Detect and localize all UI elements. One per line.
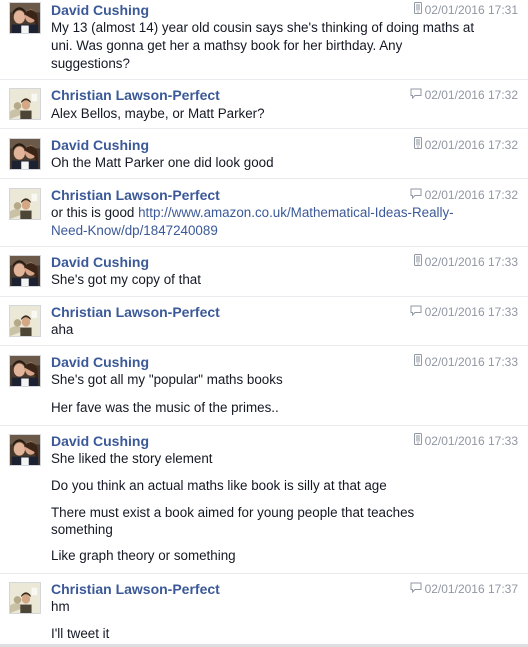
avatar[interactable] [9, 255, 41, 287]
message-text: Do you think an actual maths like book i… [51, 478, 387, 493]
mobile-icon [414, 354, 422, 370]
sender-name[interactable]: David Cushing [51, 136, 149, 154]
timestamp: 02/01/2016 17:32 [424, 138, 518, 152]
message-text: suggestions? [51, 56, 130, 71]
divider [0, 296, 528, 297]
message-text: uni. Was gonna get her a mathsy book for… [51, 38, 403, 53]
message-meta: 02/01/2016 17:32 [410, 87, 518, 104]
avatar[interactable] [9, 434, 41, 466]
message-meta: 02/01/2016 17:33 [414, 254, 518, 271]
message-text: hm [51, 599, 70, 614]
message-meta: 02/01/2016 17:32 [410, 187, 518, 204]
message-meta: 02/01/2016 17:33 [414, 354, 518, 371]
mobile-icon [414, 2, 422, 18]
message-text: My 13 (almost 14) year old cousin says s… [51, 20, 475, 35]
avatar[interactable] [9, 305, 41, 337]
sender-name[interactable]: David Cushing [51, 353, 149, 371]
timestamp: 02/01/2016 17:33 [424, 255, 518, 269]
sender-name[interactable]: David Cushing [51, 432, 149, 450]
message-text: aha [51, 322, 74, 337]
sender-name[interactable]: Christian Lawson-Perfect [51, 86, 220, 104]
message-text: Alex Bellos, maybe, or Matt Parker? [51, 106, 265, 121]
timestamp: 02/01/2016 17:33 [424, 305, 518, 319]
message-meta: 02/01/2016 17:33 [410, 304, 518, 321]
message-text: something [51, 522, 113, 537]
timestamp: 02/01/2016 17:32 [424, 88, 518, 102]
message-meta: 02/01/2016 17:31 [414, 2, 518, 19]
message-text: Her fave was the music of the primes.. [51, 400, 279, 415]
amazon-link[interactable]: http://www.amazon.co.uk/Mathematical-Ide… [138, 205, 454, 220]
message-meta: 02/01/2016 17:37 [410, 581, 518, 598]
avatar[interactable] [9, 138, 41, 170]
timestamp: 02/01/2016 17:37 [424, 582, 518, 596]
timestamp: 02/01/2016 17:33 [424, 434, 518, 448]
amazon-link-continued[interactable]: Need-Know/dp/1847240089 [51, 223, 218, 238]
divider [0, 79, 528, 80]
divider [0, 573, 528, 574]
divider [0, 345, 528, 346]
message-meta: 02/01/2016 17:32 [414, 137, 518, 154]
sender-name[interactable]: David Cushing [51, 253, 149, 271]
message-text: or this is good http://www.amazon.co.uk/… [51, 204, 481, 222]
message-text: There must exist a book aimed for young … [51, 505, 415, 520]
message-text: Oh the Matt Parker one did look good [51, 155, 274, 170]
web-chat-icon [410, 87, 422, 103]
message-text: Like graph theory or something [51, 548, 236, 563]
divider [0, 178, 528, 179]
message-text: She liked the story element [51, 451, 213, 466]
divider [0, 425, 528, 426]
timestamp: 02/01/2016 17:33 [424, 355, 518, 369]
message-text: I'll tweet it [51, 626, 110, 641]
sender-name[interactable]: Christian Lawson-Perfect [51, 186, 220, 204]
divider [0, 128, 528, 129]
timestamp: 02/01/2016 17:32 [424, 188, 518, 202]
web-chat-icon [410, 187, 422, 203]
avatar[interactable] [9, 355, 41, 387]
avatar[interactable] [9, 2, 41, 34]
timestamp: 02/01/2016 17:31 [424, 3, 518, 17]
sender-name[interactable]: Christian Lawson-Perfect [51, 303, 220, 321]
avatar[interactable] [9, 582, 41, 614]
web-chat-icon [410, 304, 422, 320]
mobile-icon [414, 254, 422, 270]
mobile-icon [414, 137, 422, 153]
sender-name[interactable]: Christian Lawson-Perfect [51, 580, 220, 598]
web-chat-icon [410, 581, 422, 597]
divider [0, 246, 528, 247]
mobile-icon [414, 433, 422, 449]
avatar[interactable] [9, 88, 41, 120]
message-meta: 02/01/2016 17:33 [414, 433, 518, 450]
message-text: She's got all my "popular" maths books [51, 372, 283, 387]
sender-name[interactable]: David Cushing [51, 1, 149, 19]
message-text: She's got my copy of that [51, 272, 201, 287]
message-text: Need-Know/dp/1847240089 [51, 222, 481, 240]
message-text-prefix: or this is good [51, 205, 139, 220]
avatar[interactable] [9, 188, 41, 220]
